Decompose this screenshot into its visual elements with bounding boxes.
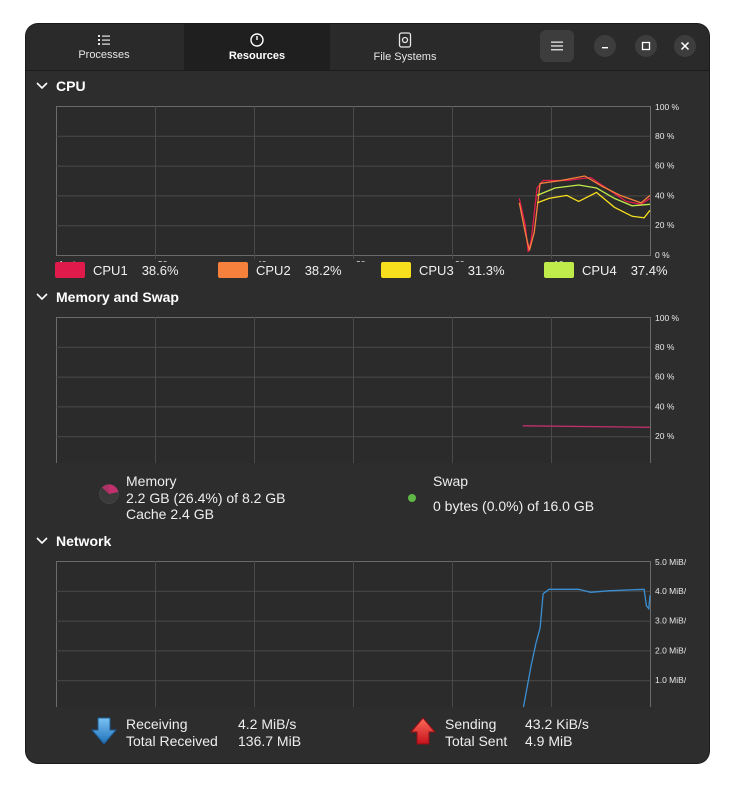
memory-section-header[interactable]: Memory and Swap [36, 289, 179, 305]
y-tick-label: 20 % [655, 431, 675, 441]
y-tick-label: 0 % [655, 461, 670, 463]
swap-usage: 0 bytes (0.0%) of 16.0 GB [433, 497, 595, 514]
y-tick-label: 60 % [655, 372, 675, 382]
disk-icon [398, 31, 412, 48]
cpu1-color-swatch[interactable] [55, 262, 85, 278]
cpu3-label: CPU3 [419, 262, 454, 278]
memory-pie-icon[interactable] [98, 483, 120, 505]
y-tick-label: 20 % [655, 220, 675, 230]
total-received-value: 136.7 MiB [238, 733, 302, 749]
y-tick-label: 60 % [655, 161, 675, 171]
cpu4-value: 37.4% [630, 262, 668, 278]
cpu3-legend[interactable]: CPU3 31.3% [381, 262, 505, 278]
memory-label: Memory [126, 473, 177, 489]
y-tick-label: 100 % [655, 313, 680, 323]
cpu1-value: 38.6% [141, 262, 179, 278]
network-history-graph: 5.0 MiB/s 4.0 MiB/s 3.0 MiB/s 2.0 MiB/s 1.0 … [56, 557, 686, 707]
y-tick-label: 1.0 MiB/s [655, 675, 686, 685]
swap-label: Swap [433, 473, 469, 489]
close-button[interactable] [674, 35, 696, 57]
swap-pie-icon[interactable] [407, 493, 417, 503]
gauge-icon [250, 32, 264, 47]
cpu3-color-swatch[interactable] [381, 262, 411, 278]
close-icon [680, 41, 690, 51]
section-title: CPU [56, 78, 86, 94]
total-sent-value: 4.9 MiB [525, 733, 573, 749]
receiving-value: 4.2 MiB/s [238, 716, 297, 732]
y-tick-label: 80 % [655, 131, 675, 141]
y-tick-label: 5.0 MiB/s [655, 557, 686, 567]
tab-resources[interactable]: Resources [184, 24, 330, 70]
y-tick-label: 3.0 MiB/s [655, 616, 686, 626]
cpu2-color-swatch[interactable] [218, 262, 248, 278]
cpu4-legend[interactable]: CPU4 37.4% [544, 262, 668, 278]
tab-label: Processes [78, 48, 130, 61]
system-monitor-window: Processes Resources File Systems CPU 100… [26, 24, 709, 763]
receiving-label: Receiving [126, 716, 188, 732]
total-sent-label: Total Sent [445, 733, 508, 749]
tab-label: Resources [228, 49, 286, 62]
maximize-button[interactable] [635, 35, 657, 57]
y-tick-label: 0 % [655, 250, 670, 260]
minimize-button[interactable] [594, 35, 616, 57]
list-icon [98, 34, 110, 45]
y-tick-label: 80 % [655, 342, 675, 352]
hamburger-icon [551, 41, 563, 51]
y-tick-label: 4.0 MiB/s [655, 586, 686, 596]
minimize-icon [602, 47, 608, 49]
memory-info: Memory 2.2 GB (26.4%) of 8.2 GB Cache 2.… [126, 473, 286, 523]
memory-history-graph: 100 %80 %60 %40 %20 %0 %1 min50 secs40 s… [56, 313, 680, 463]
chevron-down-icon [36, 82, 48, 90]
swap-info: Swap 0 bytes (0.0%) of 16.0 GB [433, 473, 594, 514]
main-menu-button[interactable] [540, 30, 574, 62]
memory-usage: 2.2 GB (26.4%) of 8.2 GB [126, 489, 286, 506]
tab-processes[interactable]: Processes [26, 24, 182, 70]
receiving-arrow-icon[interactable] [90, 716, 118, 746]
cpu2-legend[interactable]: CPU2 38.2% [218, 262, 342, 278]
sending-label: Sending [445, 716, 497, 732]
section-title: Network [56, 533, 112, 549]
y-tick-label: 100 % [655, 102, 680, 112]
sending-info: Sending Total Sent 43.2 KiB/s 4.9 MiB [445, 716, 589, 750]
y-tick-label: 40 % [655, 190, 675, 200]
cpu2-label: CPU2 [256, 262, 291, 278]
network-section-header[interactable]: Network [36, 533, 111, 549]
header-bar: Processes Resources File Systems [26, 24, 709, 71]
cpu1-label: CPU1 [93, 262, 128, 278]
y-tick-label: 40 % [655, 401, 675, 411]
cpu-history-graph: 100 %80 %60 %40 %20 %0 %1 min50 secs40 s… [56, 102, 680, 262]
receiving-info: Receiving Total Received 4.2 MiB/s 136.7… [126, 716, 301, 750]
cache-usage: Cache 2.4 GB [126, 506, 214, 522]
y-tick-label: 2.0 MiB/s [655, 645, 686, 655]
cpu4-label: CPU4 [582, 262, 617, 278]
chevron-down-icon [36, 537, 48, 545]
cpu-section-header[interactable]: CPU [36, 78, 86, 94]
maximize-icon [641, 41, 651, 51]
sending-arrow-icon[interactable] [409, 716, 437, 746]
section-title: Memory and Swap [56, 289, 179, 305]
cpu3-value: 31.3% [467, 262, 505, 278]
y-tick-label: 0 bytes/s [655, 705, 686, 707]
sending-value: 43.2 KiB/s [525, 716, 589, 732]
tab-label: File Systems [373, 50, 437, 63]
tab-file-systems[interactable]: File Systems [330, 24, 480, 70]
chevron-down-icon [36, 293, 48, 301]
cpu1-legend[interactable]: CPU1 38.6% [55, 262, 179, 278]
total-received-label: Total Received [126, 733, 218, 749]
cpu2-value: 38.2% [304, 262, 342, 278]
cpu4-color-swatch[interactable] [544, 262, 574, 278]
